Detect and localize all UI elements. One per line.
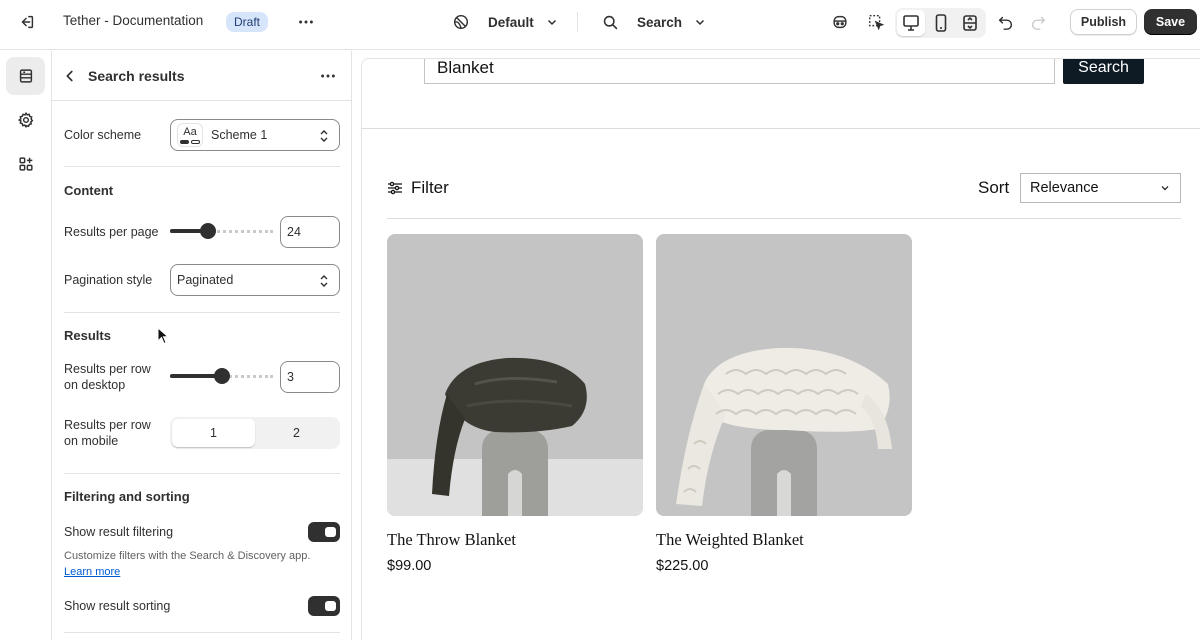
divider: [387, 218, 1181, 219]
per-row-desktop-label-line1: Results per row: [64, 362, 151, 376]
per-row-desktop-label-line2: on desktop: [64, 378, 126, 392]
content-heading: Content: [64, 183, 114, 198]
results-heading: Results: [64, 328, 111, 343]
redo-icon[interactable]: [1024, 8, 1052, 36]
product-card[interactable]: The Throw Blanket $99.00: [387, 234, 643, 574]
divider: [362, 128, 1200, 129]
panel-header: Search results: [52, 51, 352, 101]
show-filtering-label: Show result filtering: [64, 525, 174, 539]
per-row-mobile-segmented: 1 2: [170, 417, 340, 449]
slider-thumb[interactable]: [200, 223, 217, 239]
back-icon[interactable]: [56, 62, 84, 90]
publish-button[interactable]: Publish: [1070, 9, 1137, 35]
color-scheme-select[interactable]: Aa Scheme 1: [170, 119, 340, 151]
mobile-view-button[interactable]: [927, 10, 955, 36]
per-row-desktop-input[interactable]: 3: [280, 361, 340, 393]
search-icon: [603, 15, 618, 29]
divider: [64, 632, 340, 633]
preview-search-button[interactable]: Search: [1063, 59, 1144, 84]
per-row-mobile-label: Results per row on mobile: [64, 417, 151, 449]
sections-icon: [19, 69, 32, 83]
mouse-cursor-icon: [157, 327, 169, 345]
per-row-desktop-slider[interactable]: [170, 368, 273, 384]
filter-icon: [388, 181, 402, 195]
pagination-style-select[interactable]: Paginated: [170, 264, 340, 296]
filter-label: Filter: [411, 178, 449, 197]
theme-name: Default: [488, 14, 534, 30]
product-title[interactable]: The Weighted Blanket: [656, 530, 912, 550]
filtering-sorting-heading: Filtering and sorting: [64, 489, 190, 504]
top-bar: Tether - Documentation Draft Default Sea…: [0, 0, 1200, 50]
store-title: Tether - Documentation: [63, 13, 204, 28]
per-row-mobile-label-line1: Results per row: [64, 418, 151, 432]
pagination-style-label: Pagination style: [64, 273, 153, 287]
device-toggle-group: [895, 8, 986, 38]
results-per-page-input[interactable]: 24: [280, 216, 340, 248]
storefront-preview: Blanket Search Filter Sort Relevance The…: [361, 58, 1200, 640]
page-selector-label: Search: [637, 14, 683, 30]
product-title[interactable]: The Throw Blanket: [387, 530, 643, 550]
chevron-down-icon: [696, 19, 705, 26]
desktop-icon: [903, 15, 919, 31]
divider: [64, 166, 340, 167]
show-filtering-toggle[interactable]: [308, 522, 340, 542]
desktop-view-button[interactable]: [897, 10, 925, 36]
divider: [64, 473, 340, 474]
mobile-option-1[interactable]: 1: [172, 419, 255, 447]
mobile-option-2[interactable]: 2: [255, 419, 338, 447]
product-card[interactable]: The Weighted Blanket $225.00: [656, 234, 912, 574]
sections-rail-button[interactable]: [6, 57, 45, 95]
theme-selector[interactable]: Default: [452, 10, 558, 34]
fullscreen-view-button[interactable]: [956, 10, 984, 36]
per-row-mobile-label-line2: on mobile: [64, 434, 119, 448]
chevron-down-icon: [547, 19, 556, 26]
select-arrows-icon: [320, 130, 328, 142]
gear-icon: [17, 111, 33, 128]
exit-icon[interactable]: [13, 8, 41, 36]
mobile-icon: [935, 14, 947, 32]
product-image-throw-blanket[interactable]: [387, 234, 643, 516]
filtering-help-text: Customize filters with the Search & Disc…: [64, 550, 311, 562]
undo-icon[interactable]: [992, 8, 1020, 36]
show-sorting-label: Show result sorting: [64, 599, 171, 613]
more-options-icon[interactable]: [314, 62, 342, 90]
apps-rail-button[interactable]: [6, 145, 45, 183]
page-selector[interactable]: Search: [602, 10, 706, 34]
fullscreen-icon: [963, 15, 977, 31]
preview-search-input[interactable]: Blanket: [424, 59, 1055, 84]
draft-badge: Draft: [226, 12, 269, 32]
more-options-icon[interactable]: [292, 8, 320, 36]
product-price: $99.00: [387, 558, 432, 574]
product-price: $225.00: [656, 558, 709, 574]
sort-value: Relevance: [1030, 180, 1099, 196]
product-image-weighted-blanket[interactable]: [656, 234, 912, 516]
color-scheme-value: Scheme 1: [211, 128, 268, 142]
chevron-down-icon: [1161, 186, 1169, 191]
ai-sidekick-icon[interactable]: [826, 8, 854, 36]
filter-button[interactable]: Filter: [387, 178, 449, 198]
theme-settings-rail-button[interactable]: [6, 101, 45, 139]
slider-thumb[interactable]: [213, 368, 230, 384]
per-row-desktop-label: Results per row on desktop: [64, 361, 151, 393]
swatch-text: Aa: [183, 125, 197, 138]
save-button[interactable]: Save: [1144, 9, 1197, 35]
apps-icon: [18, 157, 33, 171]
pagination-style-value: Paginated: [177, 273, 234, 287]
learn-more-link[interactable]: Learn more: [64, 564, 120, 580]
divider: [577, 12, 578, 32]
color-scheme-label: Color scheme: [64, 128, 142, 142]
globe-icon: [453, 14, 469, 30]
sort-select[interactable]: Relevance: [1020, 173, 1181, 203]
color-scheme-swatch: Aa: [177, 123, 203, 147]
panel-title: Search results: [88, 68, 185, 84]
show-sorting-toggle[interactable]: [308, 596, 340, 616]
select-arrows-icon: [320, 275, 328, 287]
sort-label: Sort: [978, 178, 1010, 197]
left-rail: [0, 51, 52, 640]
inspector-icon[interactable]: [862, 8, 890, 36]
results-per-page-label: Results per page: [64, 225, 159, 239]
settings-panel: Search results Color scheme Aa Scheme 1 …: [52, 51, 352, 640]
divider: [64, 312, 340, 313]
results-per-page-slider[interactable]: [170, 223, 273, 239]
